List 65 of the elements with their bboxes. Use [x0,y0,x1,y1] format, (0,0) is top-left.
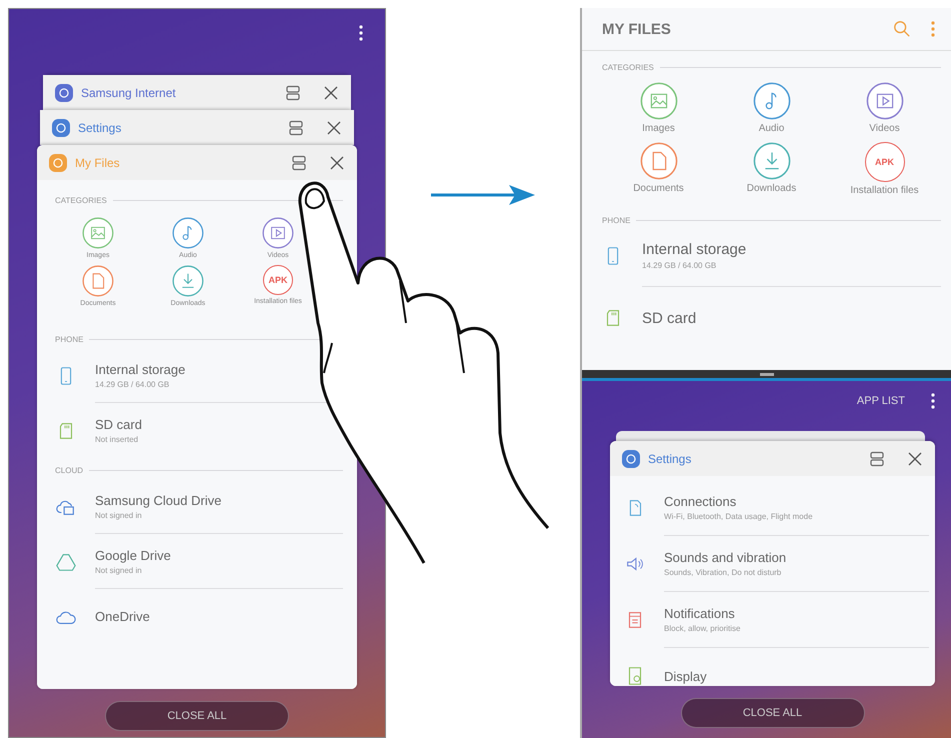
image-icon[interactable] [640,82,678,120]
section-header: CATEGORIES [55,196,107,205]
file-type-badge[interactable]: APK [263,265,293,295]
video-icon[interactable] [866,82,904,120]
setting-title[interactable]: Notifications [664,606,735,621]
music-note-icon[interactable] [752,82,790,120]
close-all-button[interactable]: CLOSE ALL [105,701,289,731]
app-title: MY FILES [602,20,672,38]
app-list-button[interactable]: APP LIST [856,395,905,407]
storage-title[interactable]: SD card [95,417,142,432]
app-window-card[interactable]: Settings [40,110,354,145]
setting-title[interactable]: Sounds and vibration [664,550,786,565]
search-icon[interactable] [893,20,911,38]
split-view-icon[interactable] [291,154,307,170]
storage-subtitle: Not inserted [95,435,138,444]
setting-title[interactable]: Connections [664,494,736,509]
section-header: CLOUD [55,466,84,475]
storage-title[interactable]: Internal storage [95,362,186,376]
more-options-icon[interactable] [359,25,363,41]
app-title: Settings [78,120,122,134]
app-window-card[interactable]: Settings Connections Wi-Fi, Bluetooth, Data usage, Flight mode Sounds and vibration Sounds, Vibration, Do not disturb Notifications Block, allow, prioritise Display [610,441,935,686]
download-icon[interactable] [752,142,790,180]
close-icon[interactable] [329,154,345,170]
storage-subtitle: Not signed in [95,510,142,520]
storage-subtitle: Not signed in [95,566,142,574]
split-view-icon[interactable] [869,450,885,466]
app-title: Settings [648,452,692,466]
close-icon[interactable] [907,450,923,466]
app-window-card[interactable]: Samsung Internet [43,75,351,110]
split-view-icon[interactable] [285,84,301,100]
setting-subtitle: Wi-Fi, Bluetooth, Data usage, Flight mode [664,512,813,521]
section-header: CATEGORIES [602,63,654,72]
storage-title[interactable]: OneDrive [95,609,150,624]
storage-title[interactable]: SD card [642,310,696,326]
file-type-badge[interactable]: APK [864,142,904,182]
storage-subtitle: 14.29 GB / 64.00 GB [642,261,716,270]
close-all-button[interactable]: CLOSE ALL [680,698,864,728]
split-view-icon[interactable] [288,120,304,136]
video-icon[interactable] [262,217,294,249]
section-header: PHONE [55,335,84,344]
setting-title[interactable]: Display [664,668,707,684]
more-options-icon[interactable] [931,393,935,409]
category-label[interactable]: Downloads [746,183,796,194]
document-icon[interactable] [640,142,678,180]
storage-title[interactable]: Internal storage [642,241,746,258]
storage-subtitle: 14.29 GB / 64.00 GB [95,380,170,388]
arrow-icon [431,183,535,207]
document-icon[interactable] [82,265,114,297]
close-icon[interactable] [323,84,339,100]
download-icon[interactable] [172,265,204,297]
category-label[interactable]: Audio [758,123,784,134]
category-label[interactable]: Images [642,123,675,134]
close-icon[interactable] [326,120,342,136]
category-label[interactable]: Documents [633,183,684,194]
music-note-icon[interactable] [172,217,204,249]
section-header: PHONE [602,216,630,225]
image-icon[interactable] [82,217,114,249]
setting-subtitle: Sounds, Vibration, Do not disturb [664,568,782,577]
app-title: Samsung Internet [81,86,177,100]
storage-title[interactable]: Google Drive [95,548,171,562]
category-label[interactable]: Installation files [850,185,919,196]
setting-subtitle: Block, allow, prioritise [664,624,740,633]
storage-title[interactable]: Samsung Cloud Drive [95,492,222,508]
app-title: My Files [75,156,121,170]
category-label[interactable]: Videos [869,123,900,134]
